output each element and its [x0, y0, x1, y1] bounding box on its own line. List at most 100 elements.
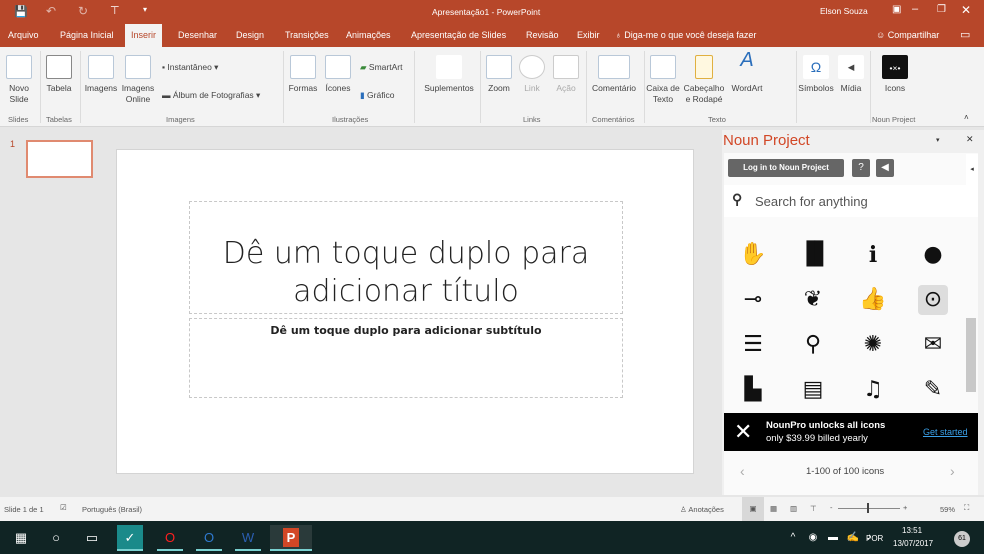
undo-icon[interactable]: ↶ — [46, 4, 56, 18]
key-icon[interactable]: ⊸ — [738, 285, 768, 315]
tab-design[interactable]: Design — [236, 30, 264, 40]
search-input[interactable]: Search for anything — [755, 194, 868, 209]
smartart-button[interactable]: ▰ SmartArt — [360, 62, 402, 73]
help-icon[interactable]: ? — [852, 159, 870, 177]
clock-date[interactable]: 13/07/2017 — [893, 539, 933, 548]
envelope-icon[interactable]: ✉ — [918, 330, 948, 360]
music-note-icon[interactable]: ♫ — [858, 375, 888, 405]
share-button[interactable]: ☺ Compartilhar — [876, 30, 939, 40]
notes-button[interactable]: ♙ Anotações — [680, 505, 724, 514]
comentario-button[interactable]: Comentário — [588, 55, 640, 94]
newspaper-icon[interactable]: ▤ — [798, 375, 828, 405]
zoom-slider-thumb[interactable] — [867, 503, 869, 513]
scrollbar-thumb[interactable] — [966, 318, 976, 392]
info-icon[interactable]: i — [858, 240, 888, 270]
panel-options-icon[interactable]: ▾ — [936, 136, 940, 144]
comments-icon[interactable]: ▭ — [960, 28, 970, 41]
midia-button[interactable]: ◀ Mídia — [836, 55, 866, 94]
restore-button[interactable]: ❐ — [937, 4, 946, 15]
zoom-out-button[interactable]: - — [830, 503, 833, 512]
notification-badge[interactable]: 61 — [954, 531, 970, 547]
tab-arquivo[interactable]: Arquivo — [8, 30, 39, 40]
tab-apresentacao[interactable]: Apresentação de Slides — [411, 30, 506, 40]
tab-animacoes[interactable]: Animações — [346, 30, 391, 40]
ribbon-options-icon[interactable]: ▣ — [892, 4, 901, 15]
noun-icons-button[interactable]: •×• Icons — [878, 55, 912, 94]
normal-view-icon[interactable]: ▣ — [742, 497, 764, 521]
formas-button[interactable]: Formas — [286, 55, 320, 94]
customize-dropdown-icon[interactable]: ▾ — [143, 5, 147, 14]
cortana-icon[interactable]: ○ — [43, 525, 69, 551]
tab-transicoes[interactable]: Transições — [285, 30, 329, 40]
simbolos-button[interactable]: Ω Símbolos — [798, 55, 834, 94]
title-placeholder[interactable]: Dê um toque duplo para adicionar título — [189, 201, 623, 314]
app-icon[interactable]: ✓ — [117, 525, 143, 551]
link-button[interactable]: Link — [518, 55, 546, 94]
close-button[interactable]: ✕ — [961, 3, 971, 17]
idea-icon[interactable]: ✺ — [858, 330, 888, 360]
suplementos-button[interactable]: Suplementos — [420, 55, 478, 94]
caixa-texto-button[interactable]: Caixa de Texto — [646, 55, 680, 105]
wordart-button[interactable]: A WordArt — [728, 50, 766, 94]
spellcheck-icon[interactable]: ☑ — [60, 503, 67, 512]
language-indicator[interactable]: POR — [866, 534, 883, 543]
search-bar[interactable]: ⚲ Search for anything — [724, 185, 978, 217]
tabela-button[interactable]: Tabela — [44, 55, 74, 94]
slideshow-icon[interactable]: ⊤ — [810, 504, 817, 513]
powerpoint-icon[interactable]: P — [270, 525, 312, 551]
opera-icon[interactable]: O — [157, 525, 183, 551]
task-view-icon[interactable]: ▭ — [79, 525, 105, 551]
tab-exibir[interactable]: Exibir — [577, 30, 600, 40]
map-icon[interactable]: ▙ — [738, 375, 768, 405]
slide-thumbnail[interactable] — [26, 140, 93, 178]
zoom-slider[interactable] — [838, 508, 900, 509]
grafico-button[interactable]: ▮ Gráfico — [360, 90, 394, 101]
slide-canvas[interactable]: Dê um toque duplo para adicionar título … — [116, 149, 694, 474]
login-button[interactable]: Log in to Noun Project — [728, 159, 844, 177]
thumbs-up-icon[interactable]: 👍 — [858, 285, 888, 315]
album-button[interactable]: ▬ Álbum de Fotografias ▾ — [162, 90, 260, 101]
collapse-ribbon-icon[interactable]: ˄ — [964, 113, 969, 122]
zoom-level[interactable]: 59% — [940, 505, 955, 514]
imagens-online-button[interactable]: Imagens Online — [120, 55, 156, 105]
prev-page-icon[interactable]: ‹ — [740, 463, 745, 479]
icones-button[interactable]: Ícones — [322, 55, 354, 94]
panel-collapse-icon[interactable]: ◂ — [966, 154, 978, 186]
map-pin-icon[interactable]: ⚲ — [798, 330, 828, 360]
redo-icon[interactable]: ↻ — [78, 4, 88, 18]
zoom-button[interactable]: Zoom — [484, 55, 514, 94]
reading-view-icon[interactable]: ▥ — [790, 504, 797, 513]
tab-desenhar[interactable]: Desenhar — [178, 30, 217, 40]
panel-close-icon[interactable]: ✕ — [966, 134, 974, 145]
save-icon[interactable]: 💾 — [14, 5, 28, 18]
next-page-icon[interactable]: › — [950, 463, 955, 479]
outlook-icon[interactable]: O — [196, 525, 222, 551]
minimize-button[interactable]: – — [912, 3, 918, 15]
tell-me-search[interactable]: ♁ Diga-me o que você deseja fazer — [615, 30, 756, 40]
present-icon[interactable]: ⊤ — [110, 4, 120, 17]
windows-start-icon[interactable]: ▦ — [8, 525, 34, 551]
location-download-icon[interactable]: ⊙ — [918, 285, 948, 315]
bars-icon[interactable]: ▐▌ — [798, 240, 832, 270]
megaphone-icon[interactable]: ◀ — [876, 159, 894, 177]
instantaneo-button[interactable]: ▪ Instantâneo ▾ — [162, 62, 218, 73]
leaf-icon[interactable]: ❦ — [798, 285, 828, 315]
language-status[interactable]: Português (Brasil) — [82, 505, 142, 514]
fit-to-window-icon[interactable]: ⛶ — [964, 503, 969, 513]
zoom-in-button[interactable]: + — [903, 503, 907, 512]
lightbulb-icon[interactable]: ● — [918, 240, 948, 270]
get-started-link[interactable]: Get started — [923, 427, 968, 437]
hand-icon[interactable]: ✋ — [738, 240, 768, 270]
tab-inserir[interactable]: Inserir — [125, 24, 163, 48]
tab-pagina-inicial[interactable]: Página Inicial — [60, 30, 114, 40]
slide-sorter-icon[interactable]: ▦ — [770, 504, 777, 513]
word-icon[interactable]: W — [235, 525, 261, 551]
list-icon[interactable]: ☰ — [738, 330, 768, 360]
cabecalho-button[interactable]: Cabeçalho e Rodapé — [682, 55, 726, 105]
acao-button[interactable]: Ação — [552, 55, 580, 94]
novo-slide-button[interactable]: Novo Slide — [4, 55, 34, 105]
user-name[interactable]: Elson Souza — [820, 6, 868, 16]
tab-revisao[interactable]: Revisão — [526, 30, 559, 40]
pencil-icon[interactable]: ✎ — [918, 375, 948, 405]
subtitle-placeholder[interactable]: Dê um toque duplo para adicionar subtítu… — [189, 318, 623, 398]
